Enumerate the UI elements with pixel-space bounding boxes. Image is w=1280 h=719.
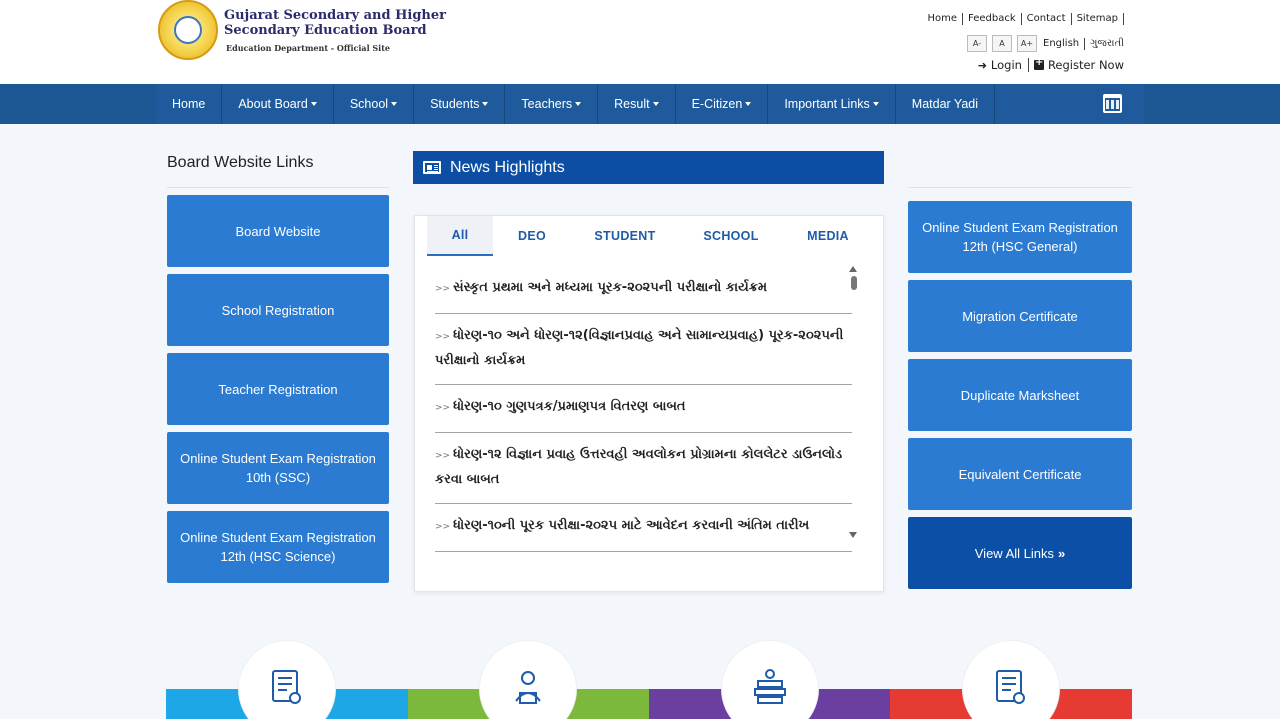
caret-down-icon xyxy=(310,102,317,106)
lang-gujarati[interactable]: ગુજરાતી xyxy=(1084,37,1124,50)
nav-result-label: Result xyxy=(614,97,650,111)
nav-students[interactable]: Students xyxy=(414,84,506,124)
caret-down-icon xyxy=(482,102,489,106)
ssc-registration-button[interactable]: Online Student Exam Registration 10th (S… xyxy=(167,432,389,504)
top-link-home[interactable]: Home xyxy=(923,13,964,25)
auth-links: ➜ Login Register Now xyxy=(978,57,1124,72)
view-all-label: View All Links xyxy=(974,545,1054,561)
news-item-text: સંસ્કૃત પ્રથમા અને મધ્યમા પૂરક-૨૦૨૫ની પર… xyxy=(453,280,768,295)
bullet-arrow: >> xyxy=(435,403,451,413)
quick-links-column: Online Student Exam Registration 12th (H… xyxy=(908,150,1132,589)
nav-result[interactable]: Result xyxy=(598,84,676,124)
nav-about-board-label: About Board xyxy=(238,97,308,111)
news-item-text: ધોરણ-૧૦ ગુણપત્રક/પ્રમાણપત્ર વિતરણ બાબત xyxy=(453,399,686,414)
tab-deo[interactable]: DEO xyxy=(493,216,571,256)
migration-certificate-button[interactable]: Migration Certificate xyxy=(908,280,1132,352)
nav-matdar-yadi[interactable]: Matdar Yadi xyxy=(896,84,996,124)
font-reset-button[interactable]: A xyxy=(992,35,1013,52)
main-navbar: Home About Board School Students Teacher… xyxy=(0,84,1280,124)
news-title: News Highlights xyxy=(450,158,565,176)
font-increase-button[interactable]: A+ xyxy=(1017,35,1038,52)
emblem-icon xyxy=(158,0,218,60)
login-label: Login xyxy=(990,58,1022,72)
board-website-button[interactable]: Board Website xyxy=(167,195,389,267)
equivalent-certificate-button[interactable]: Equivalent Certificate xyxy=(908,438,1132,510)
plus-square-icon xyxy=(1033,57,1044,70)
news-item[interactable]: >> ધોરણ-૧૨ વિજ્ઞાન પ્રવાહ ઉત્તરવહી અવલોકન… xyxy=(435,433,852,504)
top-link-feedback[interactable]: Feedback xyxy=(963,13,1022,25)
bullet-arrow: >> xyxy=(435,284,451,294)
school-registration-button[interactable]: School Registration xyxy=(167,274,389,346)
nav-school[interactable]: School xyxy=(334,84,415,124)
duplicate-marksheet-button[interactable]: Duplicate Marksheet xyxy=(908,359,1132,431)
news-item-text: ધોરણ-૧૦ની પૂરક પરીક્ષા-૨૦૨૫ માટે આવેદન ક… xyxy=(453,518,810,533)
scroll-down-arrow-icon[interactable] xyxy=(849,532,857,538)
news-panel: All DEO STUDENT SCHOOL MEDIA >> સંસ્કૃત પ… xyxy=(414,215,884,592)
nav-teachers[interactable]: Teachers xyxy=(505,84,599,124)
nav-important-links[interactable]: Important Links xyxy=(768,84,896,124)
site-header: Gujarat Secondary and Higher Secondary E… xyxy=(0,0,1280,84)
font-size-controls: A- A A+ English ગુજરાતી xyxy=(962,35,1124,52)
top-link-sitemap[interactable]: Sitemap xyxy=(1072,13,1124,25)
news-list[interactable]: >> સંસ્કૃત પ્રથમા અને મધ્યમા પૂરક-૨૦૨૫ની … xyxy=(427,266,872,553)
nav-matdar-yadi-label: Matdar Yadi xyxy=(911,97,979,111)
scroll-up-arrow-icon[interactable] xyxy=(849,266,857,272)
news-item[interactable]: >> સંસ્કૃત પ્રથમા અને મધ્યમા પૂરક-૨૦૨૫ની … xyxy=(435,266,852,314)
tab-all[interactable]: All xyxy=(427,216,493,256)
logo-title-line2: Secondary Education Board xyxy=(224,23,427,38)
newspaper-icon xyxy=(423,161,441,174)
news-item[interactable]: >> ધોરણ-૧૦ની પૂરક પરીક્ષા-૨૦૨૫ માટે આવેદન… xyxy=(435,504,852,552)
scrollbar-thumb[interactable] xyxy=(851,276,857,290)
board-logo[interactable]: Gujarat Secondary and Higher Secondary E… xyxy=(158,0,446,62)
bullet-arrow: >> xyxy=(435,332,451,342)
bullet-arrow: >> xyxy=(435,451,451,461)
logo-title-line1: Gujarat Secondary and Higher xyxy=(224,8,446,23)
news-highlights-header: News Highlights xyxy=(413,151,884,184)
nav-home-label: Home xyxy=(172,97,206,111)
hsc-general-registration-button[interactable]: Online Student Exam Registration 12th (H… xyxy=(908,201,1132,273)
news-item[interactable]: >> ધોરણ-૧૦ અને ધોરણ-૧૨(વિજ્ઞાનપ્રવાહ અને … xyxy=(435,314,852,385)
news-item[interactable]: >> ધોરણ-૧૦ ગુણપત્રક/પ્રમાણપત્ર વિતરણ બાબત xyxy=(435,385,852,433)
news-item-text: ધોરણ-૧૦ અને ધોરણ-૧૨(વિજ્ઞાનપ્રવાહ અને સા… xyxy=(435,328,844,368)
nav-teachers-label: Teachers xyxy=(521,97,573,111)
hsc-science-registration-button[interactable]: Online Student Exam Registration 12th (H… xyxy=(167,511,389,583)
caret-down-icon xyxy=(391,102,398,106)
caret-down-icon xyxy=(652,102,659,106)
lang-english[interactable]: English xyxy=(1043,38,1079,50)
nav-important-links-label: Important Links xyxy=(784,97,870,111)
news-item-text: ધોરણ-૧૨ વિજ્ઞાન પ્રવાહ ઉત્તરવહી અવલોકન પ… xyxy=(435,447,843,487)
caret-down-icon xyxy=(575,102,582,106)
font-decrease-button[interactable]: A- xyxy=(967,35,988,52)
nav-about-board[interactable]: About Board xyxy=(222,84,334,124)
login-icon: ➜ xyxy=(977,58,987,72)
teacher-registration-button[interactable]: Teacher Registration xyxy=(167,353,389,425)
nav-school-label: School xyxy=(349,97,389,111)
tab-media[interactable]: MEDIA xyxy=(783,216,873,256)
register-link[interactable]: Register Now xyxy=(1027,57,1124,72)
login-link[interactable]: ➜ Login xyxy=(978,58,1022,72)
top-link-contact[interactable]: Contact xyxy=(1022,13,1072,25)
right-divider xyxy=(908,150,1132,188)
tab-student[interactable]: STUDENT xyxy=(571,216,679,256)
nav-home[interactable]: Home xyxy=(156,84,223,124)
top-links: Home Feedback Contact Sitemap xyxy=(923,13,1124,25)
nav-e-citizen-label: E-Citizen xyxy=(691,97,743,111)
double-chevron-right-icon: » xyxy=(1058,545,1066,561)
board-links-title: Board Website Links xyxy=(167,150,389,188)
logo-subtitle: Education Department - Official Site xyxy=(226,43,390,53)
tab-school[interactable]: SCHOOL xyxy=(679,216,783,256)
nav-students-label: Students xyxy=(430,97,480,111)
register-label: Register Now xyxy=(1047,58,1124,72)
news-tabs: All DEO STUDENT SCHOOL MEDIA xyxy=(427,216,873,256)
bullet-arrow: >> xyxy=(435,522,451,532)
calendar-icon[interactable] xyxy=(1103,94,1122,113)
board-links-column: Board Website Links Board Website School… xyxy=(167,150,389,583)
nav-e-citizen[interactable]: E-Citizen xyxy=(676,84,769,124)
view-all-links-button[interactable]: View All Links » xyxy=(908,517,1132,589)
caret-down-icon xyxy=(872,102,879,106)
caret-down-icon xyxy=(745,102,752,106)
